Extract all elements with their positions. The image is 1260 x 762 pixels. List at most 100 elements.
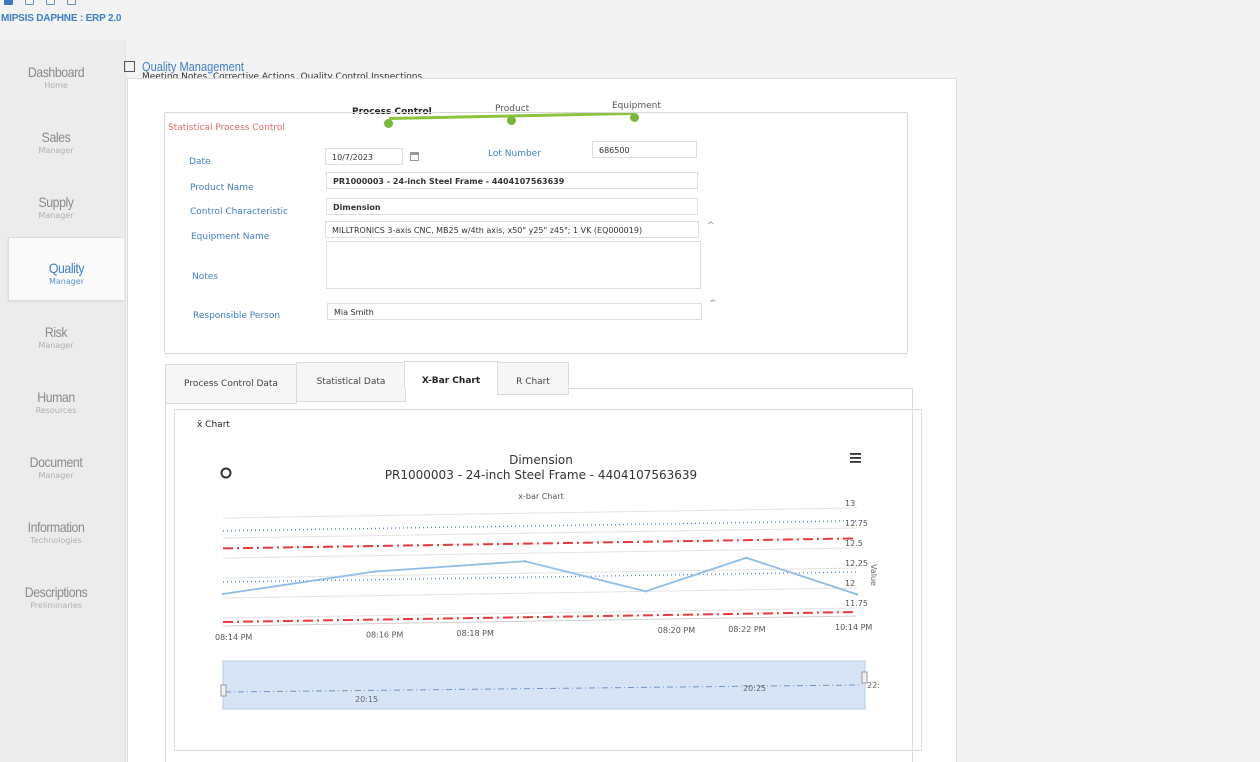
sidebar-item-quality[interactable]: Quality Manager: [8, 237, 124, 301]
lot-number-input[interactable]: 686500: [592, 141, 697, 158]
sidebar-item-sub: Manager: [48, 277, 85, 286]
sidebar-item-dashboard[interactable]: Dashboard Home: [0, 42, 112, 106]
y-axis-label: Value: [869, 564, 878, 586]
grid-line: [222, 507, 858, 519]
data-point: [221, 592, 225, 596]
control-characteristic-label: Control Characteristic: [190, 207, 288, 217]
grid-line: [222, 527, 858, 539]
product-name-label: Product Name: [190, 183, 254, 193]
grid-line: [222, 567, 858, 579]
reset-zoom-icon[interactable]: [220, 467, 232, 479]
date-input[interactable]: 10/7/2023: [325, 148, 403, 165]
equipment-name-label: Equipment Name: [191, 232, 270, 242]
chart-grid: [222, 507, 858, 627]
sidebar-item-label: Sales: [41, 129, 71, 145]
calendar-icon[interactable]: [410, 152, 419, 161]
equipment-caret-icon[interactable]: ^: [707, 221, 715, 231]
sidebar-item-sub: Manager: [38, 471, 74, 480]
x-tick-label: 08:22 PM: [728, 625, 765, 634]
navigator[interactable]: 20:15 20:25 22:: [220, 660, 880, 710]
mail-icon[interactable]: [46, 0, 55, 5]
tab-process-control-data[interactable]: Process Control Data: [165, 364, 297, 404]
lot-number-label: Lot Number: [488, 149, 541, 159]
x-tick-labels: 08:14 PM 08:16 PM 08:18 PM 08:20 PM 08:22 PM…: [215, 623, 872, 642]
sidebar-item-label: Human: [37, 389, 75, 405]
tab-statistical-data[interactable]: Statistical Data: [296, 362, 406, 402]
sidebar-item-label: Quality: [48, 260, 85, 276]
navigator-label-1: 20:15: [355, 695, 378, 704]
data-point: [855, 593, 859, 596]
responsible-person-input[interactable]: Mia Smith: [327, 303, 702, 320]
notes-label: Notes: [192, 272, 218, 282]
product-name-input[interactable]: PR1000003 - 24-inch Steel Frame - 440410…: [326, 172, 698, 189]
y-tick-label: 12.75: [845, 519, 868, 528]
navigator-label-3: 22:: [867, 681, 880, 690]
responsible-person-label: Responsible Person: [193, 311, 281, 321]
sidebar-item-label: Document: [29, 454, 83, 470]
chart-title: Dimension: [509, 453, 573, 467]
x-tick-label: 08:20 PM: [658, 626, 695, 635]
sidebar-item-sub: Manager: [38, 341, 74, 350]
y-tick-label: 12.5: [845, 539, 863, 548]
grid-line: [222, 587, 858, 599]
chart-menu-icon[interactable]: [850, 453, 861, 463]
control-limits: [222, 520, 858, 623]
ucl-line: [222, 537, 858, 550]
x-tick-label: 08:18 PM: [457, 629, 494, 638]
y-tick-label: 12.25: [845, 559, 868, 568]
data-point: [745, 556, 748, 559]
y-tick-label: 12: [845, 579, 855, 588]
sidebar-item-sub: Preliminaries: [30, 601, 82, 610]
sidebar-item-sub: Technologies: [30, 536, 82, 545]
sidebar-item-sub: Manager: [38, 211, 74, 220]
settings-icon[interactable]: [67, 0, 76, 5]
sidebar-item-sub: Home: [44, 81, 68, 90]
sidebar: Dashboard Home Sales Manager Supply Mana…: [0, 40, 126, 762]
xbar-chart: Dimension PR1000003 - 24-inch Steel Fram…: [215, 453, 880, 710]
wizard-step-equipment[interactable]: Equipment: [612, 101, 661, 111]
navigator-label-2: 20:25: [743, 684, 766, 693]
x-tick-label: 08:16 PM: [366, 631, 403, 640]
notes-textarea[interactable]: [326, 241, 701, 289]
chart-subtitle: PR1000003 - 24-inch Steel Frame - 440410…: [385, 468, 697, 482]
sidebar-item-information[interactable]: Information Technologies: [0, 497, 112, 561]
y-tick-label: 11.75: [845, 599, 868, 608]
data-point: [523, 560, 527, 563]
sidebar-item-label: Supply: [38, 194, 74, 210]
sidebar-item-supply[interactable]: Supply Manager: [0, 172, 112, 236]
sidebar-item-risk[interactable]: Risk Manager: [0, 302, 112, 366]
data-point: [372, 570, 376, 573]
sidebar-item-human[interactable]: Human Resources: [0, 367, 112, 431]
person-caret-icon[interactable]: ^: [709, 299, 717, 309]
app-brand: MIPSIS DAPHNE : ERP 2.0: [1, 13, 122, 24]
data-point: [644, 590, 647, 593]
sidebar-item-document[interactable]: Document Manager: [0, 432, 112, 496]
control-characteristic-input[interactable]: Dimension: [326, 198, 698, 215]
sidebar-item-sales[interactable]: Sales Manager: [0, 107, 112, 171]
sidebar-item-sub: Resources: [35, 406, 77, 415]
y-tick-label: 13: [845, 499, 855, 508]
navigator-left-handle[interactable]: [220, 684, 227, 697]
top-bar: MIPSIS DAPHNE : ERP 2.0: [0, 0, 1260, 30]
bookmark-icon[interactable]: [25, 0, 34, 5]
edit-icon: [124, 61, 135, 72]
fieldset-legend: Statistical Process Control: [166, 123, 287, 133]
grid-line: [222, 607, 858, 619]
grid-line: [222, 547, 858, 559]
date-label: Date: [189, 157, 211, 167]
x-tick-label: 10:14 PM: [835, 623, 872, 632]
sidebar-item-label: Dashboard: [27, 64, 85, 80]
chart-caption: x-bar Chart: [518, 492, 563, 501]
sidebar-item-label: Information: [27, 519, 85, 535]
tab-x-bar-chart[interactable]: X-Bar Chart: [404, 361, 498, 389]
x-tick-label: 08:14 PM: [215, 633, 252, 642]
chart-panel-legend: x̄ Chart: [194, 420, 233, 430]
sidebar-item-descriptions[interactable]: Descriptions Preliminaries: [0, 562, 112, 626]
window-title-fragment: [616, 0, 686, 5]
top-icons: [4, 0, 76, 5]
home-icon[interactable]: [4, 0, 13, 5]
sidebar-item-label: Risk: [44, 324, 68, 340]
tab-r-chart[interactable]: R Chart: [497, 362, 569, 395]
equipment-name-input[interactable]: MILLTRONICS 3-axis CNC, MB25 w/4th axis,…: [325, 221, 699, 238]
sidebar-item-sub: Manager: [38, 146, 74, 155]
